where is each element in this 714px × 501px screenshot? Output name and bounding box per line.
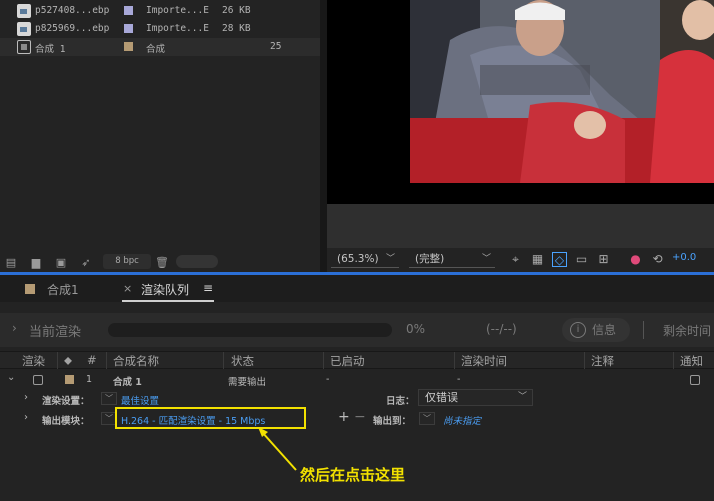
- region-of-interest-icon[interactable]: ▭: [574, 252, 589, 267]
- project-item[interactable]: 合成 1 合成 25: [0, 38, 320, 56]
- new-composition-icon[interactable]: ▣: [54, 257, 68, 268]
- grid-guides-icon[interactable]: ⊞: [596, 252, 611, 267]
- bit-depth-button[interactable]: 8 bpc: [103, 254, 151, 269]
- preview-frame: [410, 0, 714, 183]
- project-item-name: p527408...ebp: [35, 5, 110, 16]
- viewer-canvas[interactable]: [327, 0, 714, 204]
- zoom-value: (65.3%): [337, 253, 379, 265]
- viewer-toolbar: (65.3%) ﹀ (完整) ﹀ ⌖ ▦ ◇ ▭ ⊞ ● ⟲: [327, 248, 714, 272]
- zoom-dropdown[interactable]: (65.3%) ﹀: [331, 251, 399, 268]
- interpret-footage-icon[interactable]: ▤: [4, 257, 18, 268]
- thumbnail-slider[interactable]: [176, 255, 218, 268]
- project-item-type: Importe...E: [146, 5, 209, 16]
- color-channels-icon[interactable]: ●: [628, 252, 643, 267]
- project-toolbar: ▤ ▆ ▣ ➶ 🗑: [0, 252, 320, 272]
- annotation-callout-text: 然后在点击这里: [300, 466, 406, 484]
- label-color-swatch[interactable]: [124, 6, 133, 15]
- label-color-swatch[interactable]: [124, 42, 133, 51]
- resolution-dropdown[interactable]: (完整) ﹀: [409, 251, 495, 268]
- project-item[interactable]: p825969...ebp Importe...E 28 KB: [0, 20, 320, 38]
- render-queue-panel: 合成1 × 渲染队列 ≡ › 当前渲染 0% (--/--) i 信息 剩余时间…: [0, 275, 714, 501]
- project-item-name: p825969...ebp: [35, 23, 110, 34]
- chevron-down-icon: ﹀: [481, 254, 491, 264]
- project-item-type: 合成: [146, 44, 166, 55]
- composition-viewer: [327, 0, 714, 248]
- reset-exposure-icon[interactable]: ⟲: [650, 252, 665, 267]
- image-file-icon: [17, 22, 31, 36]
- label-color-swatch[interactable]: [124, 24, 133, 33]
- mask-path-icon[interactable]: ◇: [552, 252, 567, 267]
- resolution-value: (完整): [415, 253, 445, 265]
- image-file-icon: [17, 4, 31, 18]
- exposure-value[interactable]: +0.0: [672, 252, 696, 263]
- new-folder-icon[interactable]: ▆: [29, 257, 43, 268]
- fast-preview-icon[interactable]: ⌖: [508, 252, 523, 267]
- project-item-name: 合成 1: [35, 44, 66, 55]
- project-item-size: 28 KB: [222, 23, 251, 34]
- project-item-frame-rate: 25: [270, 41, 282, 52]
- chevron-down-icon: ﹀: [385, 254, 395, 264]
- preview-image: [410, 0, 714, 183]
- media-encoder-icon[interactable]: ➶: [79, 257, 93, 268]
- panel-divider[interactable]: [320, 0, 327, 272]
- project-item-type: Importe...E: [146, 23, 209, 34]
- composition-icon: [17, 40, 31, 54]
- project-item[interactable]: p527408...ebp Importe...E 26 KB: [0, 2, 320, 20]
- project-item-size: 26 KB: [222, 5, 251, 16]
- trash-icon[interactable]: 🗑: [155, 257, 169, 268]
- transparency-grid-icon[interactable]: ▦: [530, 252, 545, 267]
- project-panel: p527408...ebp Importe...E 26 KB p825969.…: [0, 0, 320, 272]
